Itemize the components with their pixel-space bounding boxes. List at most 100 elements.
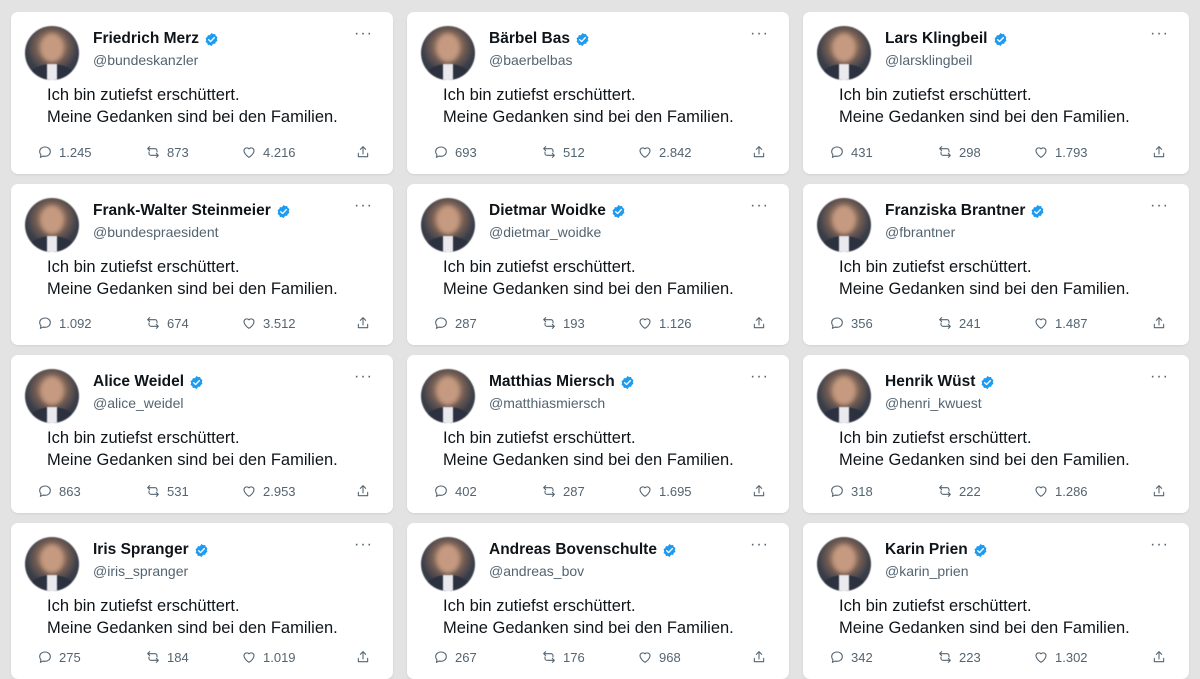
retweet-button[interactable]: 531 (145, 483, 189, 499)
avatar[interactable] (817, 26, 871, 80)
author-name[interactable]: Franziska Brantner (885, 202, 1025, 220)
like-button[interactable]: 1.286 (1033, 483, 1088, 499)
more-icon[interactable]: ··· (750, 198, 769, 214)
author-handle[interactable]: @bundespraesident (93, 224, 219, 240)
avatar[interactable] (421, 26, 475, 80)
author-handle[interactable]: @matthiasmiersch (489, 395, 605, 411)
share-button[interactable] (751, 144, 767, 160)
tweet-card[interactable]: Andreas Bovenschulte @andreas_bov ··· Ic… (407, 523, 789, 679)
tweet-card[interactable]: Frank-Walter Steinmeier @bundespraesiden… (11, 184, 393, 345)
more-icon[interactable]: ··· (354, 26, 373, 42)
reply-button[interactable]: 342 (829, 649, 873, 665)
more-icon[interactable]: ··· (354, 198, 373, 214)
retweet-button[interactable]: 241 (937, 315, 981, 331)
like-button[interactable]: 1.019 (241, 649, 296, 665)
author-handle[interactable]: @dietmar_woidke (489, 224, 601, 240)
share-button[interactable] (355, 483, 371, 499)
share-button[interactable] (355, 315, 371, 331)
share-button[interactable] (751, 315, 767, 331)
author-handle[interactable]: @alice_weidel (93, 395, 183, 411)
author-name[interactable]: Matthias Miersch (489, 373, 615, 391)
avatar[interactable] (817, 369, 871, 423)
like-button[interactable]: 1.302 (1033, 649, 1088, 665)
reply-button[interactable]: 356 (829, 315, 873, 331)
author-name[interactable]: Friedrich Merz (93, 30, 199, 48)
author-handle[interactable]: @bundeskanzler (93, 52, 198, 68)
author-name[interactable]: Frank-Walter Steinmeier (93, 202, 271, 220)
share-button[interactable] (1151, 315, 1167, 331)
share-button[interactable] (1151, 144, 1167, 160)
tweet-card[interactable]: Karin Prien @karin_prien ··· Ich bin zut… (803, 523, 1189, 679)
retweet-button[interactable]: 873 (145, 144, 189, 160)
retweet-button[interactable]: 287 (541, 483, 585, 499)
author-name[interactable]: Iris Spranger (93, 541, 189, 559)
tweet-card[interactable]: Franziska Brantner @fbrantner ··· Ich bi… (803, 184, 1189, 345)
author-handle[interactable]: @iris_spranger (93, 563, 188, 579)
avatar[interactable] (421, 369, 475, 423)
author-handle[interactable]: @henri_kwuest (885, 395, 982, 411)
retweet-button[interactable]: 184 (145, 649, 189, 665)
retweet-button[interactable]: 674 (145, 315, 189, 331)
tweet-card[interactable]: Alice Weidel @alice_weidel ··· Ich bin z… (11, 355, 393, 513)
reply-button[interactable]: 863 (37, 483, 81, 499)
more-icon[interactable]: ··· (750, 26, 769, 42)
more-icon[interactable]: ··· (354, 369, 373, 385)
tweet-card[interactable]: Matthias Miersch @matthiasmiersch ··· Ic… (407, 355, 789, 513)
reply-button[interactable]: 275 (37, 649, 81, 665)
share-button[interactable] (751, 483, 767, 499)
like-button[interactable]: 1.695 (637, 483, 692, 499)
tweet-card[interactable]: Friedrich Merz @bundeskanzler ··· Ich bi… (11, 12, 393, 174)
tweet-card[interactable]: Bärbel Bas @baerbelbas ··· Ich bin zutie… (407, 12, 789, 174)
share-button[interactable] (1151, 649, 1167, 665)
retweet-button[interactable]: 512 (541, 144, 585, 160)
reply-button[interactable]: 267 (433, 649, 477, 665)
tweet-card[interactable]: Lars Klingbeil @larsklingbeil ··· Ich bi… (803, 12, 1189, 174)
retweet-button[interactable]: 193 (541, 315, 585, 331)
like-button[interactable]: 1.793 (1033, 144, 1088, 160)
retweet-button[interactable]: 176 (541, 649, 585, 665)
author-name[interactable]: Henrik Wüst (885, 373, 975, 391)
more-icon[interactable]: ··· (1150, 537, 1169, 553)
share-button[interactable] (751, 649, 767, 665)
author-handle[interactable]: @karin_prien (885, 563, 968, 579)
tweet-card[interactable]: Dietmar Woidke @dietmar_woidke ··· Ich b… (407, 184, 789, 345)
tweet-card[interactable]: Henrik Wüst @henri_kwuest ··· Ich bin zu… (803, 355, 1189, 513)
reply-button[interactable]: 1.092 (37, 315, 92, 331)
like-button[interactable]: 4.216 (241, 144, 296, 160)
avatar[interactable] (421, 537, 475, 591)
avatar[interactable] (25, 198, 79, 252)
share-button[interactable] (355, 649, 371, 665)
like-button[interactable]: 2.953 (241, 483, 296, 499)
share-button[interactable] (1151, 483, 1167, 499)
author-name[interactable]: Lars Klingbeil (885, 30, 988, 48)
more-icon[interactable]: ··· (1150, 198, 1169, 214)
author-name[interactable]: Alice Weidel (93, 373, 184, 391)
like-button[interactable]: 1.126 (637, 315, 692, 331)
avatar[interactable] (25, 369, 79, 423)
avatar[interactable] (25, 26, 79, 80)
like-button[interactable]: 968 (637, 649, 681, 665)
more-icon[interactable]: ··· (1150, 369, 1169, 385)
avatar[interactable] (817, 198, 871, 252)
avatar[interactable] (421, 198, 475, 252)
reply-button[interactable]: 1.245 (37, 144, 92, 160)
reply-button[interactable]: 287 (433, 315, 477, 331)
avatar[interactable] (25, 537, 79, 591)
like-button[interactable]: 2.842 (637, 144, 692, 160)
more-icon[interactable]: ··· (750, 369, 769, 385)
like-button[interactable]: 1.487 (1033, 315, 1088, 331)
avatar[interactable] (817, 537, 871, 591)
author-handle[interactable]: @larsklingbeil (885, 52, 972, 68)
tweet-card[interactable]: Iris Spranger @iris_spranger ··· Ich bin… (11, 523, 393, 679)
author-name[interactable]: Andreas Bovenschulte (489, 541, 657, 559)
author-handle[interactable]: @baerbelbas (489, 52, 573, 68)
reply-button[interactable]: 318 (829, 483, 873, 499)
retweet-button[interactable]: 298 (937, 144, 981, 160)
retweet-button[interactable]: 222 (937, 483, 981, 499)
reply-button[interactable]: 431 (829, 144, 873, 160)
like-button[interactable]: 3.512 (241, 315, 296, 331)
author-name[interactable]: Bärbel Bas (489, 30, 570, 48)
author-name[interactable]: Dietmar Woidke (489, 202, 606, 220)
reply-button[interactable]: 693 (433, 144, 477, 160)
more-icon[interactable]: ··· (750, 537, 769, 553)
